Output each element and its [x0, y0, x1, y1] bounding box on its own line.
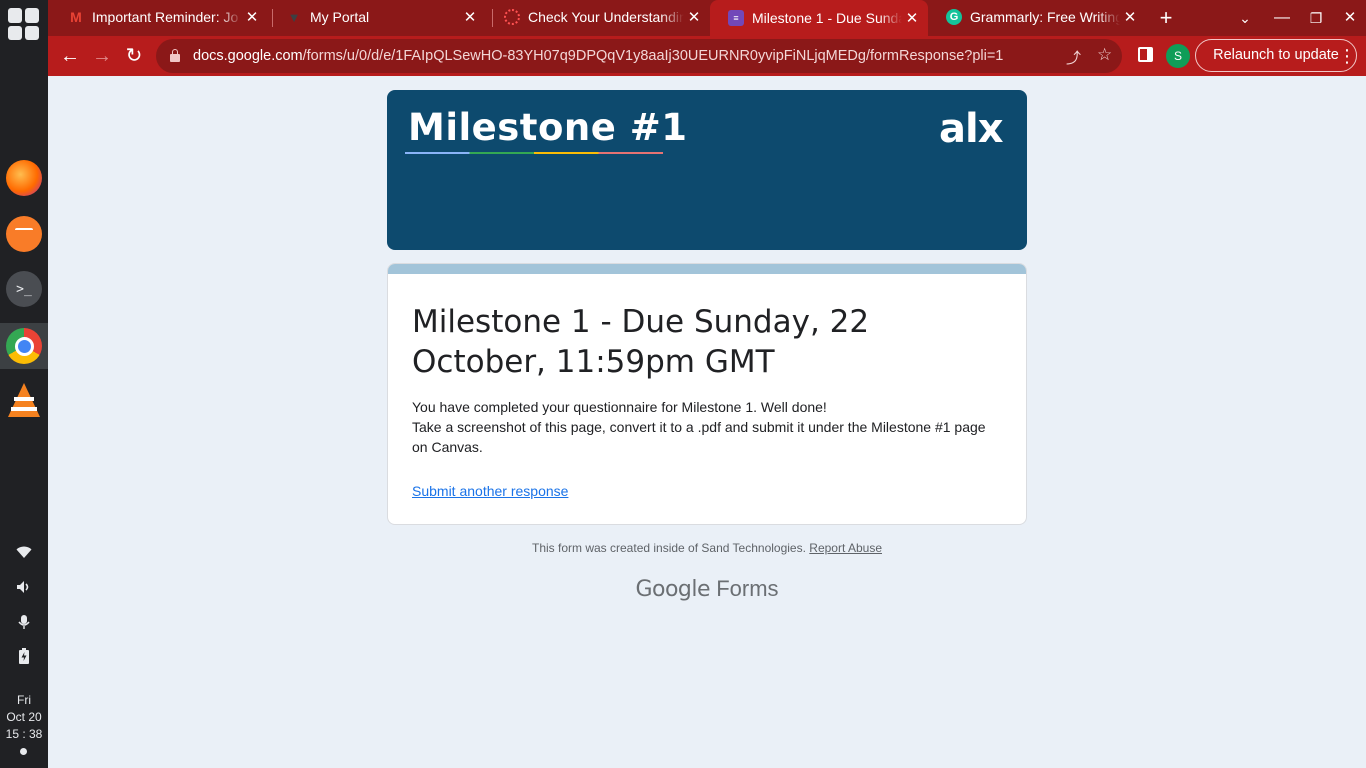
volume-icon[interactable]	[0, 580, 48, 597]
tab-grammarly[interactable]: G Grammarly: Free Writing ✕	[928, 0, 1146, 34]
tab-my-portal[interactable]: ▼ My Portal ✕	[268, 0, 486, 34]
clock-day: Fri	[17, 693, 31, 707]
card-accent-bar	[388, 264, 1026, 274]
clock-time: 15 : 38	[5, 727, 43, 741]
report-abuse-link[interactable]: Report Abuse	[809, 541, 882, 555]
window-close-icon[interactable]: ✕	[1336, 4, 1364, 32]
footer-text: This form was created inside of Sand Tec…	[532, 541, 806, 555]
tab-title: My Portal	[310, 9, 370, 25]
confirmation-line: Take a screenshot of this page, convert …	[412, 419, 986, 455]
form-header-banner: Milestone #1 alx	[387, 90, 1027, 250]
forms-wordmark: Forms	[716, 576, 779, 601]
clock[interactable]: Fri Oct 20 15 : 38	[0, 692, 48, 743]
clock-date: Oct 20	[6, 710, 42, 724]
banner-underline	[405, 152, 663, 154]
tab-check-understanding[interactable]: Check Your Understanding ✕	[486, 0, 710, 34]
google-forms-logo[interactable]: Google Forms	[387, 576, 1027, 602]
relaunch-button[interactable]: Relaunch to update	[1195, 39, 1357, 72]
banner-title: Milestone #1	[408, 106, 688, 149]
submit-another-link[interactable]: Submit another response	[412, 483, 568, 499]
restore-icon[interactable]: ❐	[1302, 4, 1330, 32]
footer-note: This form was created inside of Sand Tec…	[387, 541, 1027, 555]
bookmark-star-icon[interactable]: ☆	[1097, 45, 1112, 65]
portal-icon: ▼	[287, 9, 301, 25]
minimize-icon[interactable]: —	[1268, 4, 1296, 32]
firefox-icon[interactable]	[6, 160, 42, 196]
new-tab-button[interactable]: +	[1152, 4, 1180, 32]
alx-logo: alx	[939, 106, 1004, 152]
lock-icon[interactable]	[170, 49, 180, 62]
back-arrow-icon[interactable]: ←	[56, 42, 84, 70]
files-icon[interactable]	[6, 216, 42, 252]
close-icon[interactable]: ✕	[684, 8, 704, 26]
profile-avatar[interactable]: S	[1166, 44, 1190, 68]
address-bar[interactable]: docs.google.com/forms/u/0/d/e/1FAIpQLSew…	[156, 39, 1122, 73]
confirmation-line: You have completed your questionnaire fo…	[412, 399, 827, 415]
launcher-icon[interactable]	[8, 8, 40, 40]
google-wordmark: Google	[635, 577, 711, 602]
forward-arrow-icon[interactable]: →	[88, 42, 116, 70]
close-icon[interactable]: ✕	[1120, 8, 1140, 26]
tab-strip: M Important Reminder: Jo ✕ ▼ My Portal ✕…	[48, 0, 1366, 36]
url-text[interactable]: docs.google.com/forms/u/0/d/e/1FAIpQLSew…	[193, 48, 1003, 64]
close-icon[interactable]: ✕	[242, 8, 262, 26]
close-icon[interactable]: ✕	[902, 9, 922, 27]
loading-icon	[504, 9, 520, 25]
microphone-icon[interactable]	[0, 614, 48, 633]
os-shelf: >_ Fri Oct 20 15 : 38	[0, 0, 48, 768]
reload-icon[interactable]: ↻	[120, 42, 148, 70]
confirmation-card: Milestone 1 - Due Sunday, 22 October, 11…	[387, 263, 1027, 525]
grammarly-icon: G	[946, 9, 962, 25]
kebab-menu-icon[interactable]: ⋮	[1338, 42, 1356, 70]
confirmation-message: You have completed your questionnaire fo…	[412, 397, 1002, 457]
gmail-icon: M	[70, 9, 82, 25]
browser-toolbar: ← → ↻ docs.google.com/forms/u/0/d/e/1FAI…	[48, 36, 1366, 76]
chrome-icon[interactable]	[6, 328, 42, 364]
tab-title: Check Your Understanding	[528, 9, 684, 25]
vlc-icon[interactable]	[6, 382, 42, 418]
form-title: Milestone 1 - Due Sunday, 22 October, 11…	[412, 304, 870, 380]
tab-title: Grammarly: Free Writing	[970, 9, 1120, 25]
tab-milestone[interactable]: ≡ Milestone 1 - Due Sunday ✕	[710, 0, 928, 36]
battery-icon[interactable]	[0, 648, 48, 667]
share-icon[interactable]: ⤴	[1066, 47, 1081, 68]
tab-title: Milestone 1 - Due Sunday	[752, 10, 902, 26]
side-panel-icon[interactable]	[1138, 47, 1153, 62]
tab-search-chevron-icon[interactable]: ⌄	[1231, 4, 1259, 32]
indicator-dot	[20, 748, 27, 755]
tab-gmail[interactable]: M Important Reminder: Jo ✕	[50, 0, 268, 34]
google-forms-icon: ≡	[728, 10, 744, 26]
wifi-icon[interactable]	[0, 545, 48, 562]
terminal-icon[interactable]: >_	[6, 271, 42, 307]
close-icon[interactable]: ✕	[460, 8, 480, 26]
tab-title: Important Reminder: Jo	[92, 9, 239, 25]
